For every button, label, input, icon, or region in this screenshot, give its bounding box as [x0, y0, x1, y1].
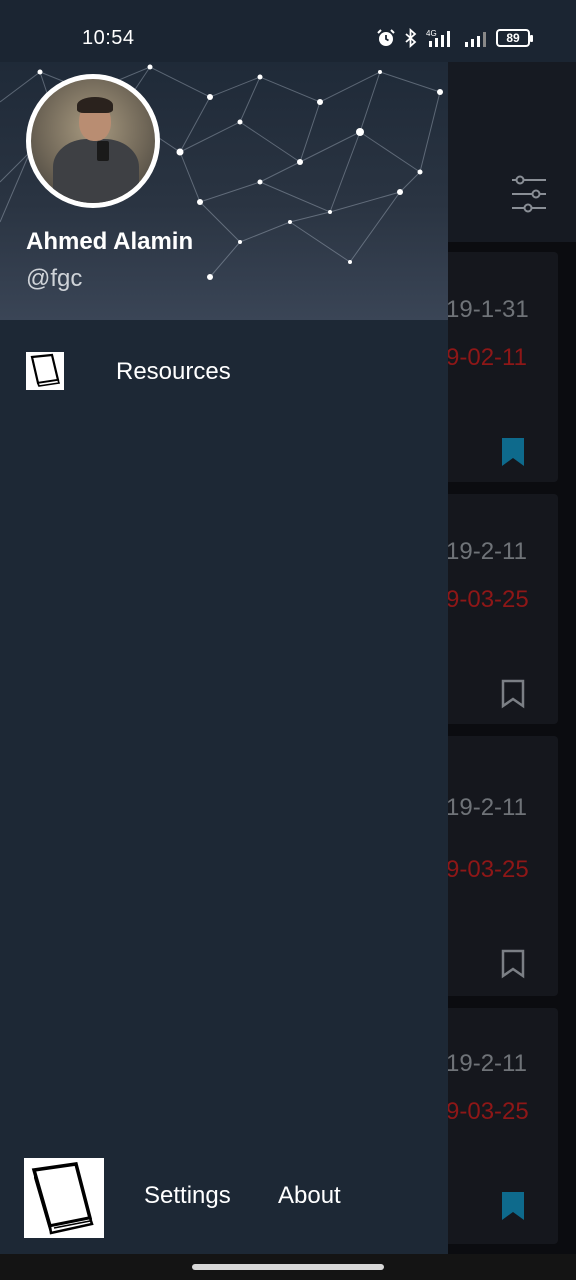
battery-icon: 89 — [496, 29, 533, 47]
status-bar: 10:54 4G 89 — [0, 0, 576, 62]
home-gesture-bar[interactable] — [192, 1264, 384, 1270]
user-name: Ahmed Alamin — [26, 228, 194, 255]
user-handle: @fgc — [26, 265, 83, 292]
bookmark-filled-icon[interactable] — [500, 1190, 526, 1222]
bookmark-outline-icon[interactable] — [500, 948, 526, 980]
bookmark-outline-icon[interactable] — [500, 678, 526, 710]
settings-link[interactable]: Settings — [144, 1182, 231, 1210]
drawer-footer: Settings About — [0, 1154, 448, 1254]
list-card[interactable]: 19-2-11 9-03-25 — [440, 494, 558, 724]
filter-icon[interactable] — [508, 172, 550, 216]
system-nav-bar — [0, 1254, 576, 1280]
card-due-date: 9-02-11 — [446, 344, 527, 371]
alarm-icon — [376, 27, 396, 49]
card-date: 19-2-11 — [446, 538, 527, 565]
signal-icon — [464, 27, 488, 49]
card-date: 19-2-11 — [446, 1050, 527, 1077]
about-link[interactable]: About — [278, 1182, 341, 1210]
list-card[interactable]: 19-2-11 9-03-25 — [440, 1008, 558, 1244]
menu-item-label: Resources — [116, 358, 231, 385]
battery-level: 89 — [506, 31, 520, 45]
card-date: 19-1-31 — [446, 296, 529, 323]
card-due-date: 9-03-25 — [446, 586, 529, 613]
navigation-drawer: Ahmed Alamin @fgc Resources Settings Abo… — [0, 62, 448, 1254]
book-icon — [24, 1158, 104, 1238]
bookmark-filled-icon[interactable] — [500, 436, 526, 468]
menu-item-resources[interactable]: Resources — [0, 334, 448, 410]
signal-icon: 4G — [426, 27, 456, 49]
card-due-date: 9-03-25 — [446, 1098, 529, 1125]
card-date: 19-2-11 — [446, 794, 527, 821]
status-icons: 4G 89 — [376, 26, 533, 50]
network-type: 4G — [426, 29, 437, 38]
bluetooth-icon — [404, 27, 418, 49]
list-card[interactable]: 19-1-31 9-02-11 — [440, 252, 558, 482]
drawer-header: Ahmed Alamin @fgc — [0, 62, 448, 320]
list-card[interactable]: 19-2-11 9-03-25 — [440, 736, 558, 996]
book-icon — [26, 352, 64, 390]
card-due-date: 9-03-25 — [446, 856, 529, 883]
avatar[interactable] — [26, 74, 160, 208]
status-time: 10:54 — [82, 27, 135, 49]
